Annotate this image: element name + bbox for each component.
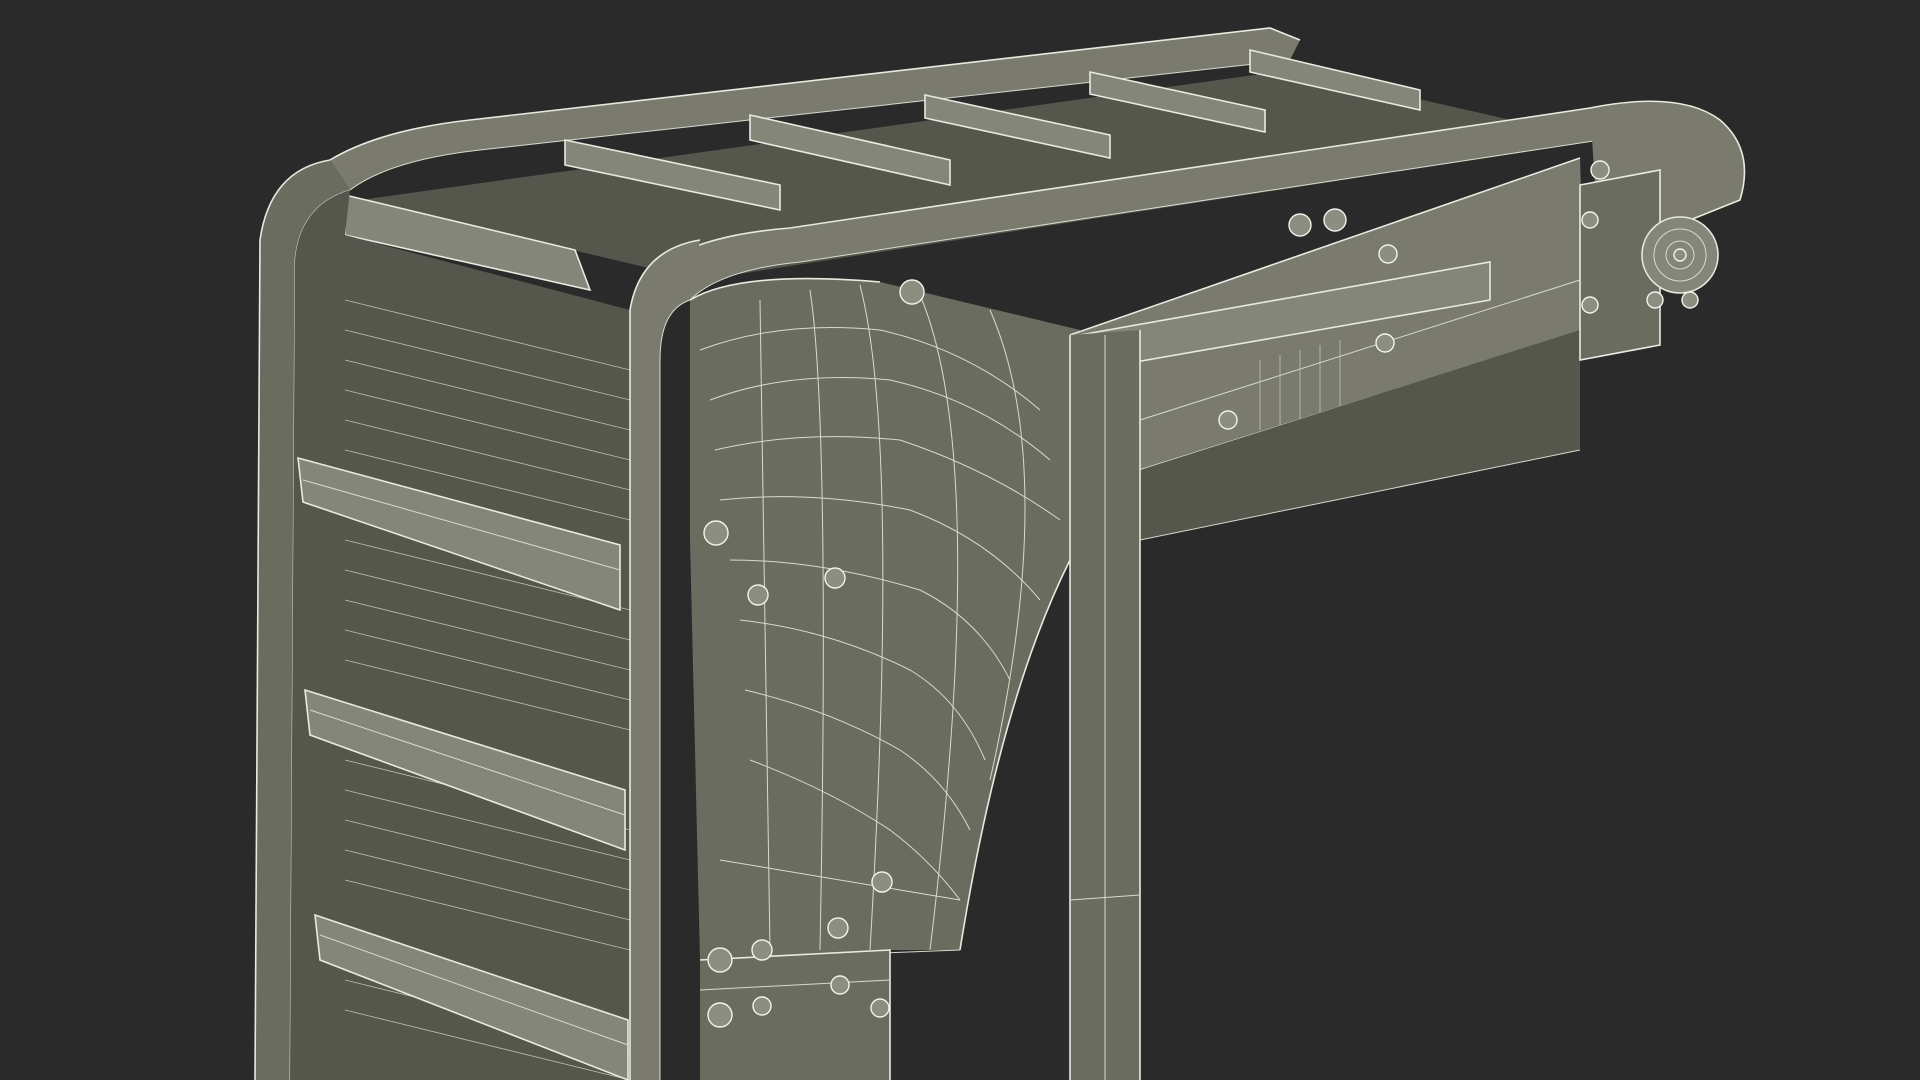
vertical-section bbox=[254, 159, 701, 1080]
conveyor-render bbox=[0, 0, 1920, 1080]
motor-hub bbox=[1641, 216, 1719, 294]
